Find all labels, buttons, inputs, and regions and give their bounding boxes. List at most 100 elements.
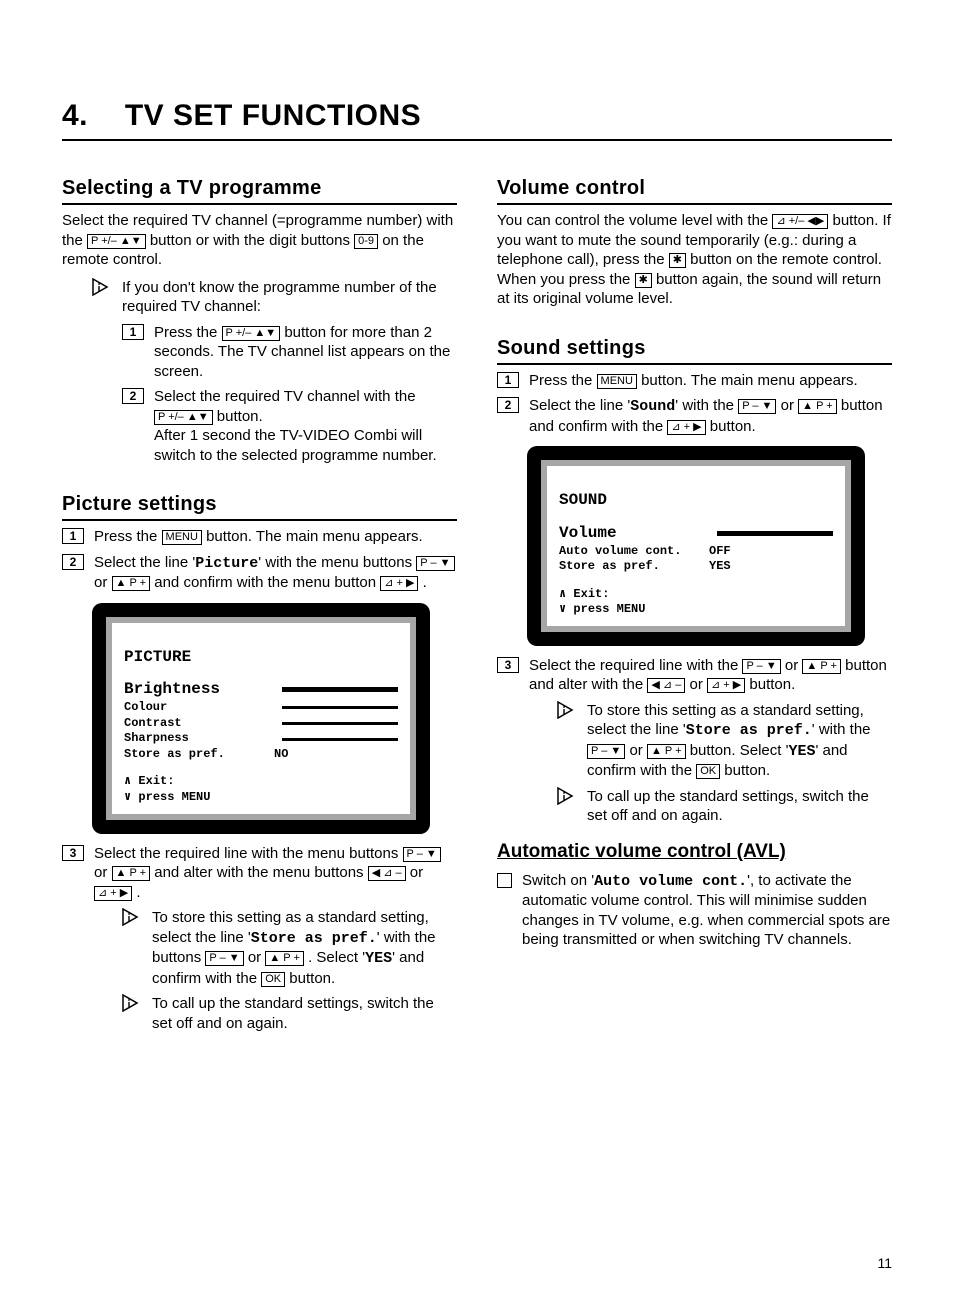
text: button.: [724, 762, 770, 779]
key-vol-plus-right: ⊿ + ▶: [380, 576, 418, 591]
osd-label: Contrast: [124, 716, 274, 732]
osd-footer: ∧ Exit: ∨ press MENU: [124, 774, 398, 805]
osd-label: Brightness: [124, 679, 274, 700]
key-p-minus-down: P – ▼: [742, 659, 780, 674]
key-vol-plus-right: ⊿ + ▶: [94, 886, 132, 901]
step-text: Press the MENU button. The main menu app…: [94, 527, 457, 547]
tip-row: To call up the standard settings, switch…: [62, 994, 457, 1033]
osd-row: Volume: [559, 523, 833, 544]
osd-bar: [282, 738, 398, 741]
text: ' with the: [675, 397, 738, 414]
step-number: 3: [497, 657, 519, 673]
text: or: [410, 864, 423, 881]
text: .: [136, 884, 140, 901]
section-volume-control: Volume control You can control the volum…: [497, 175, 892, 309]
section-selecting-programme: Selecting a TV programme Select the requ…: [62, 175, 457, 465]
osd-value: OFF: [709, 544, 749, 560]
osd-title: SOUND: [559, 490, 833, 511]
key-digits-09: 0-9: [354, 234, 378, 249]
page-number: 11: [877, 1254, 892, 1272]
step-text: Select the required TV channel with the …: [154, 387, 457, 465]
volume-paragraph: You can control the volume level with th…: [497, 211, 892, 309]
key-up-p-plus: ▲ P +: [112, 576, 151, 591]
info-arrow-icon: [122, 994, 142, 1012]
step-text: Select the required line with the P – ▼ …: [529, 656, 892, 695]
text: or: [629, 742, 647, 759]
text: ∧ Exit:: [559, 587, 833, 603]
osd-bar: [282, 687, 398, 692]
key-mute: ✱: [669, 253, 686, 268]
chapter-heading: 4. TV SET FUNCTIONS: [62, 96, 892, 141]
tip-row: To store this setting as a standard sett…: [62, 908, 457, 988]
key-up-p-plus: ▲ P +: [265, 951, 304, 966]
osd-row: Auto volume cont. OFF: [559, 544, 833, 560]
heading-picture-settings: Picture settings: [62, 491, 457, 521]
tip-text: To store this setting as a standard sett…: [152, 908, 457, 988]
text: button.: [217, 408, 263, 425]
key-menu: MENU: [162, 530, 202, 545]
osd-row: Contrast: [124, 716, 398, 732]
chapter-title: TV SET FUNCTIONS: [125, 99, 421, 132]
step-number: 2: [497, 397, 519, 413]
text: and alter with the menu buttons: [154, 864, 367, 881]
key-vol-plus-right: ⊿ + ▶: [667, 420, 705, 435]
section-picture-settings: Picture settings 1 Press the MENU button…: [62, 491, 457, 1033]
text: button or with the digit buttons: [150, 232, 354, 249]
key-ok: OK: [696, 764, 720, 779]
heading-volume-control: Volume control: [497, 175, 892, 205]
key-p-minus-down: P – ▼: [205, 951, 243, 966]
step-number: 2: [62, 554, 84, 570]
text: ∨ press MENU: [124, 790, 398, 806]
step-text: Select the line 'Sound' with the P – ▼ o…: [529, 396, 892, 436]
step-row: 1 Press the MENU button. The main menu a…: [497, 371, 892, 391]
step-number: 2: [122, 388, 144, 404]
selecting-intro: Select the required TV channel (=program…: [62, 211, 457, 270]
text: or: [94, 574, 112, 591]
text: or: [781, 397, 799, 414]
info-arrow-icon: [557, 701, 577, 719]
text: . Select ': [308, 949, 365, 966]
osd-row: Brightness: [124, 679, 398, 700]
tip-text: To store this setting as a standard sett…: [587, 701, 892, 781]
menu-name: Sound: [630, 398, 675, 415]
osd-bar: [282, 722, 398, 725]
tip-row: To call up the standard settings, switch…: [497, 787, 892, 826]
text: .: [423, 574, 427, 591]
step-row: 3 Select the required line with the menu…: [62, 844, 457, 903]
step-row: 1 Press the MENU button. The main menu a…: [62, 527, 457, 547]
step-number: 1: [62, 528, 84, 544]
osd-picture: PICTURE Brightness Colour Contrast Sharp…: [92, 603, 430, 834]
text: and confirm with the menu button: [154, 574, 380, 591]
tip-text: To call up the standard settings, switch…: [587, 787, 892, 826]
step-number: 1: [122, 324, 144, 340]
text: or: [248, 949, 266, 966]
key-up-p-plus: ▲ P +: [798, 399, 837, 414]
heading-selecting-programme: Selecting a TV programme: [62, 175, 457, 205]
osd-value: YES: [709, 559, 749, 575]
tip-text: If you don't know the programme number o…: [122, 278, 457, 317]
menu-value: YES: [788, 743, 815, 760]
tip-text: To call up the standard settings, switch…: [152, 994, 457, 1033]
text: Select the required line with the menu b…: [94, 845, 403, 862]
text: Press the: [154, 324, 222, 341]
key-p-plusminus-arrows: P +/– ▲▼: [222, 326, 281, 341]
text: button. The main menu appears.: [206, 528, 423, 545]
chapter-number: 4.: [62, 96, 116, 135]
info-arrow-icon: [557, 787, 577, 805]
tip-row: To store this setting as a standard sett…: [497, 701, 892, 781]
osd-value: NO: [274, 747, 314, 763]
step-number: 1: [497, 372, 519, 388]
key-up-p-plus: ▲ P +: [647, 744, 686, 759]
key-vol-plusminus-leftright: ⊿ +/– ◀▶: [772, 214, 828, 229]
key-p-minus-down: P – ▼: [738, 399, 776, 414]
text: ' with the menu buttons: [258, 554, 416, 571]
heading-avl: Automatic volume control (AVL): [497, 840, 892, 865]
right-column: Volume control You can control the volum…: [497, 175, 892, 1059]
text: button. The main menu appears.: [641, 372, 858, 389]
text: Press the: [529, 372, 597, 389]
step-row: 1 Press the P +/– ▲▼ button for more tha…: [62, 323, 457, 382]
osd-label: Auto volume cont.: [559, 544, 709, 560]
text: ∧ Exit:: [124, 774, 398, 790]
key-mute: ✱: [635, 273, 652, 288]
osd-label: Colour: [124, 700, 274, 716]
